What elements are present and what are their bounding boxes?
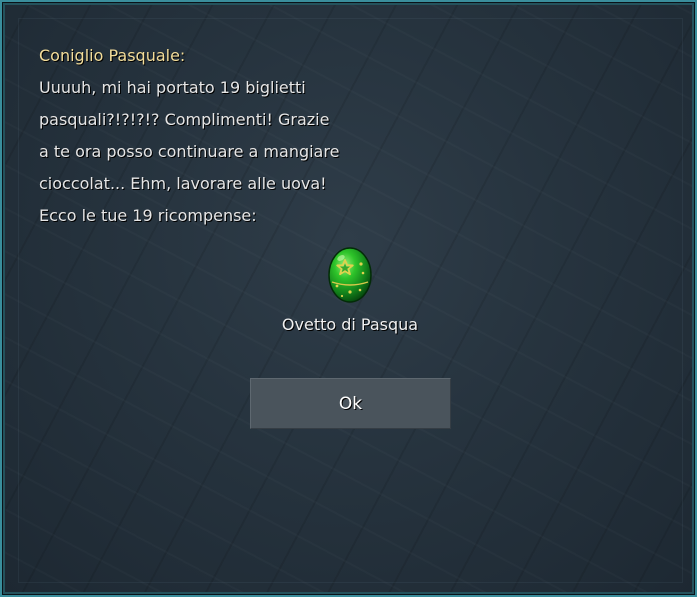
ok-button[interactable]: Ok	[250, 378, 451, 429]
dialog-text: Coniglio Pasquale: Uuuuh, mi hai portato…	[39, 40, 459, 232]
dialog-line-3: a te ora posso continuare a mangiare	[39, 142, 340, 161]
dialog-line-4: cioccolat... Ehm, lavorare alle uova!	[39, 174, 327, 193]
reward-name: Ovetto di Pasqua	[281, 315, 419, 334]
dialog-line-5: Ecco le tue 19 ricompense:	[39, 206, 257, 225]
dialog-line-1: Uuuuh, mi hai portato 19 biglietti	[39, 78, 306, 97]
easter-egg-icon[interactable]	[326, 242, 374, 304]
speaker-name: Coniglio Pasquale:	[39, 46, 186, 65]
dialog-line-2: pasquali?!?!?!? Complimenti! Grazie	[39, 110, 330, 129]
npc-dialog-window: Coniglio Pasquale: Uuuuh, mi hai portato…	[0, 0, 697, 597]
